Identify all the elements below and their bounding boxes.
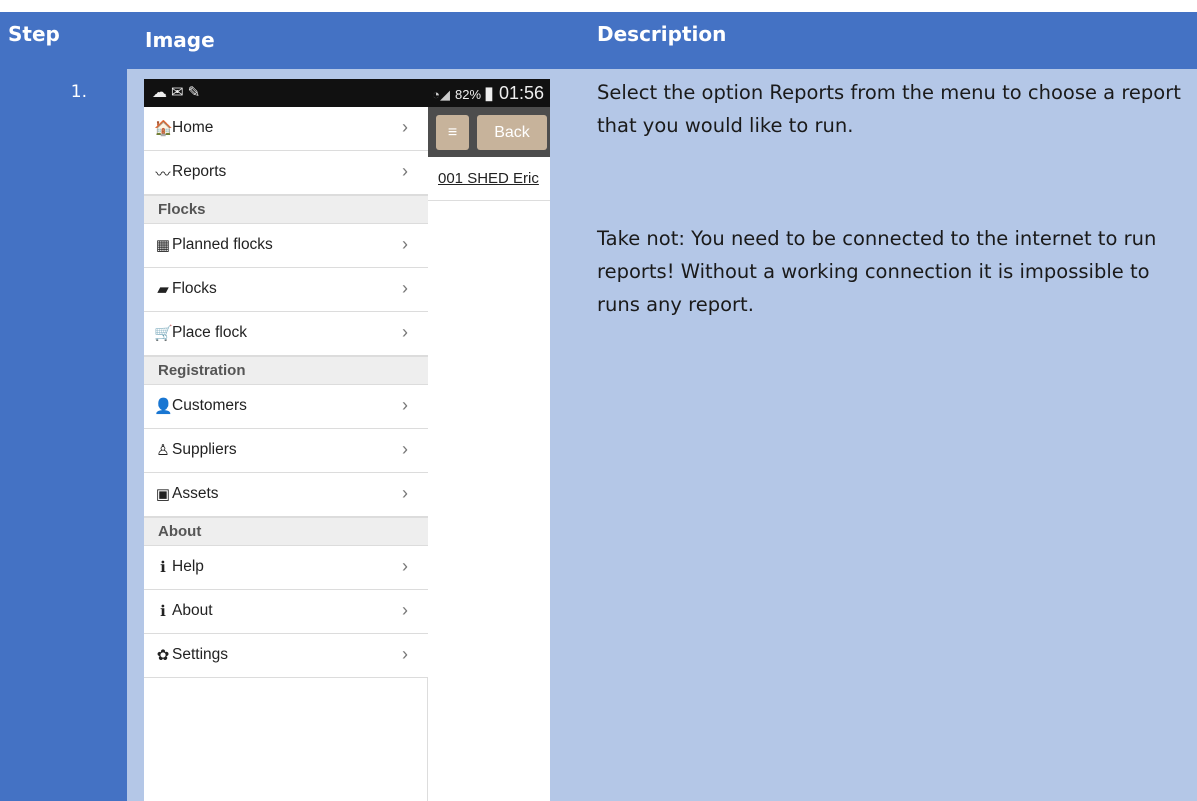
chevron-right-icon: › xyxy=(402,644,408,664)
menu-item-label: About xyxy=(172,602,213,619)
menu-item-home[interactable]: 🏠 Home › xyxy=(144,107,428,151)
menu-item-place-flock[interactable]: 🛒 Place flock › xyxy=(144,312,428,356)
step-number: 1. xyxy=(70,82,87,102)
header-description-label: Description xyxy=(597,22,727,46)
calendar-icon: ▦ xyxy=(155,237,171,254)
chevron-right-icon: › xyxy=(402,234,408,254)
chevron-right-icon: › xyxy=(402,600,408,620)
user-outline-icon: ♙ xyxy=(156,442,170,459)
chevron-right-icon: › xyxy=(402,278,408,298)
book-icon: ▰ xyxy=(157,281,169,298)
menu-item-label: Planned flocks xyxy=(172,236,273,253)
clock: 01:56 xyxy=(498,83,544,103)
info-icon: ℹ xyxy=(160,603,166,620)
menu-section-about: About xyxy=(144,517,428,546)
side-menu: 🏠 Home › 〰 Reports › Flocks ▦ Planned flocks › ▰ Fl… xyxy=(144,107,428,801)
menu-item-reports[interactable]: 〰 Reports › xyxy=(144,151,428,195)
cart-icon: 🛒 xyxy=(154,325,173,342)
chevron-right-icon: › xyxy=(402,161,408,181)
phone-screenshot: ☁✉✎ ◔◢ 82% ▮ 01:56 ≡ Back 001 SHED Eric 🏠 H… xyxy=(144,79,550,801)
menu-button[interactable]: ≡ xyxy=(436,115,469,150)
menu-item-label: Customers xyxy=(172,397,247,414)
chevron-right-icon: › xyxy=(402,395,408,415)
menu-item-label: Reports xyxy=(172,163,227,180)
header-image: Image xyxy=(127,12,577,69)
menu-section-label: Flocks xyxy=(158,201,206,218)
chevron-right-icon: › xyxy=(402,556,408,576)
description-text: Select the option Reports from the menu … xyxy=(597,81,1181,137)
menu-item-label: Settings xyxy=(172,646,229,663)
info-icon: ℹ xyxy=(160,559,166,576)
image-cell: ☁✉✎ ◔◢ 82% ▮ 01:56 ≡ Back 001 SHED Eric 🏠 H… xyxy=(127,69,577,801)
menu-item-label: Home xyxy=(172,119,214,136)
notification-icons: ☁✉✎ xyxy=(152,84,205,101)
instruction-table: Step Image Description 1. ☁✉✎ ◔◢ 82% ▮ 01:… xyxy=(0,12,1197,801)
menu-item-planned-flocks[interactable]: ▦ Planned flocks › xyxy=(144,224,428,268)
menu-item-customers[interactable]: 👤 Customers › xyxy=(144,385,428,429)
battery-icon: ▮ xyxy=(484,83,494,103)
menu-item-assets[interactable]: ▣ Assets › xyxy=(144,473,428,517)
step-cell: 1. xyxy=(0,69,127,801)
menu-section-label: Registration xyxy=(158,362,246,379)
home-icon: 🏠 xyxy=(154,120,173,137)
menu-section-label: About xyxy=(158,523,202,540)
status-bar: ☁✉✎ ◔◢ 82% ▮ 01:56 xyxy=(144,79,550,107)
chevron-right-icon: › xyxy=(402,322,408,342)
shed-link[interactable]: 001 SHED Eric xyxy=(428,157,550,201)
menu-item-label: Help xyxy=(172,558,204,575)
battery-percent: 82% xyxy=(455,87,482,102)
chevron-right-icon: › xyxy=(402,439,408,459)
app-toolbar: ≡ Back xyxy=(428,107,550,157)
description-cell: Select the option Reports from the menu … xyxy=(577,69,1197,801)
menu-item-label: Flocks xyxy=(172,280,217,297)
menu-item-about[interactable]: ℹ About › xyxy=(144,590,428,634)
back-button[interactable]: Back xyxy=(477,115,547,150)
briefcase-icon: ▣ xyxy=(155,486,171,503)
menu-item-label: Place flock xyxy=(172,324,247,341)
chevron-right-icon: › xyxy=(402,117,408,137)
menu-item-label: Assets xyxy=(172,485,219,502)
menu-item-suppliers[interactable]: ♙ Suppliers › xyxy=(144,429,428,473)
menu-item-label: Suppliers xyxy=(172,441,237,458)
status-right: ◔◢ 82% ▮ 01:56 xyxy=(432,83,544,104)
menu-section-flocks: Flocks xyxy=(144,195,428,224)
menu-section-registration: Registration xyxy=(144,356,428,385)
user-icon: 👤 xyxy=(154,398,173,415)
header-step-label: Step xyxy=(8,22,60,46)
wifi-signal-icon: ◔◢ xyxy=(432,87,450,102)
gear-icon: ✿ xyxy=(156,647,170,664)
header-description: Description xyxy=(577,12,1197,69)
chevron-right-icon: › xyxy=(402,483,408,503)
description-note: Take not: You need to be connected to th… xyxy=(597,227,1157,316)
menu-item-help[interactable]: ℹ Help › xyxy=(144,546,428,590)
header-image-label: Image xyxy=(145,28,215,52)
menu-item-flocks[interactable]: ▰ Flocks › xyxy=(144,268,428,312)
chart-icon: 〰 xyxy=(155,166,171,183)
menu-item-settings[interactable]: ✿ Settings › xyxy=(144,634,428,678)
header-step: Step xyxy=(0,12,127,69)
